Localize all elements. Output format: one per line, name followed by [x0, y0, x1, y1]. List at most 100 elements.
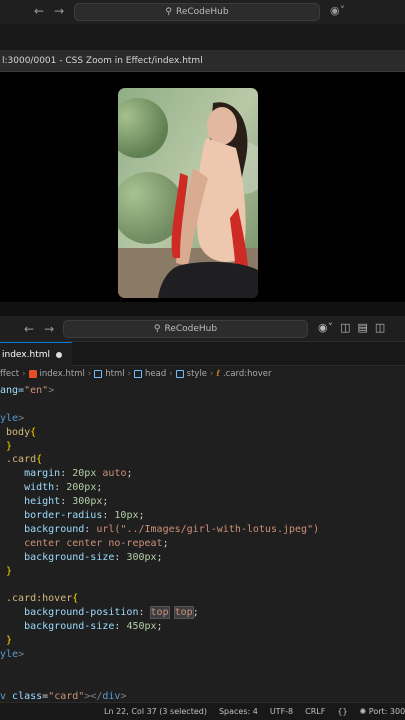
- code-token: :: [102, 510, 115, 522]
- code-token: {: [36, 454, 43, 466]
- forward-arrow-icon[interactable]: →: [44, 322, 54, 336]
- split-layout-icon[interactable]: ◫: [375, 321, 385, 334]
- code-token: v: [0, 690, 13, 700]
- editor-nav-arrows: ← →: [24, 322, 54, 336]
- code-line[interactable]: }: [0, 565, 405, 579]
- back-arrow-icon[interactable]: ←: [34, 4, 44, 18]
- code-token: :: [54, 482, 67, 494]
- code-token: >: [18, 412, 25, 424]
- chevron-right-icon: ›: [169, 369, 173, 379]
- copilot-icon[interactable]: ◉˅: [318, 321, 333, 334]
- code-editor[interactable]: ang="en"> yle> body{ } .card{ margin: 20…: [0, 382, 405, 700]
- cursor-position[interactable]: Ln 22, Col 37 (3 selected): [104, 707, 207, 716]
- breadcrumb-folder[interactable]: ffect: [0, 369, 19, 379]
- code-line[interactable]: [0, 398, 405, 412]
- encoding[interactable]: UTF-8: [270, 707, 293, 716]
- code-line[interactable]: background: url("../Images/girl-with-lot…: [0, 523, 405, 537]
- chevron-right-icon: ›: [22, 369, 26, 379]
- code-token: auto: [96, 468, 127, 480]
- card-image[interactable]: [118, 88, 258, 298]
- breadcrumb-style[interactable]: style: [187, 369, 207, 379]
- code-token: :: [60, 468, 73, 480]
- element-icon: [175, 370, 184, 378]
- code-token: :: [60, 496, 73, 508]
- code-token: :: [114, 551, 127, 563]
- breadcrumb-html[interactable]: html: [105, 369, 124, 379]
- language-mode[interactable]: {}: [337, 707, 347, 716]
- code-line[interactable]: [0, 676, 405, 690]
- breadcrumb-selector[interactable]: .card:hover: [223, 369, 272, 379]
- code-token: ;: [126, 468, 133, 480]
- code-line[interactable]: body{: [0, 426, 405, 440]
- code-token: body: [0, 426, 31, 438]
- layout-controls: ◉˅ ◫ ▤ ◫: [318, 321, 385, 334]
- code-token: top: [173, 606, 194, 620]
- code-line[interactable]: background-size: 300px;: [0, 551, 405, 565]
- chevron-right-icon: ›: [210, 369, 214, 379]
- top-command-search[interactable]: ⚲ ReCodeHub: [74, 3, 320, 21]
- live-server-port[interactable]: ✺ Port: 3000: [360, 707, 405, 716]
- code-line[interactable]: yle>: [0, 412, 405, 426]
- code-token: .card: [0, 454, 37, 466]
- code-line[interactable]: [0, 662, 405, 676]
- code-line[interactable]: [0, 578, 405, 592]
- copilot-icon[interactable]: ◉˅: [330, 4, 345, 17]
- code-token: yle: [0, 648, 19, 660]
- code-line[interactable]: }: [0, 634, 405, 648]
- line-endings[interactable]: CRLF: [305, 707, 325, 716]
- code-line[interactable]: width: 200px;: [0, 481, 405, 495]
- code-token: ang=: [0, 385, 25, 396]
- indentation[interactable]: Spaces: 4: [219, 707, 258, 716]
- port-label: Port: 3000: [368, 707, 405, 716]
- tab-label: index.html: [2, 349, 50, 360]
- chevron-right-icon: ›: [127, 369, 132, 379]
- code-line[interactable]: .card:hover{: [0, 592, 405, 606]
- code-token: {: [30, 426, 37, 438]
- code-line[interactable]: yle>: [0, 648, 405, 662]
- code-line[interactable]: height: 300px;: [0, 495, 405, 509]
- code-token: ></: [84, 690, 103, 700]
- code-token: }: [0, 635, 13, 647]
- code-token: border-radius: [0, 510, 103, 522]
- code-line[interactable]: background-size: 450px;: [0, 620, 405, 634]
- code-line[interactable]: }: [0, 440, 405, 454]
- code-line[interactable]: background-position: top top;: [0, 606, 405, 620]
- code-line[interactable]: v class="card"></div>: [0, 690, 405, 700]
- top-search-text: ReCodeHub: [175, 7, 229, 17]
- code-token: background-size: [0, 551, 115, 563]
- editor-command-search[interactable]: ⚲ ReCodeHub: [63, 320, 308, 338]
- breadcrumb-head[interactable]: head: [145, 369, 166, 379]
- code-line[interactable]: .card{: [0, 453, 405, 467]
- code-token: .card:hover: [0, 593, 73, 605]
- code-token: yle: [0, 412, 19, 424]
- search-icon: ⚲: [153, 324, 161, 334]
- breadcrumb: ffect › index.html › html › head › style…: [0, 366, 405, 382]
- selector-symbol-icon: ℓ: [216, 369, 220, 379]
- card-photo: [118, 88, 258, 298]
- code-token: :: [138, 607, 151, 619]
- code-token: margin: [0, 468, 61, 480]
- code-token: {: [72, 593, 79, 605]
- toggle-panel-icon[interactable]: ▤: [358, 321, 368, 334]
- code-token: 200px: [66, 482, 97, 494]
- back-arrow-icon[interactable]: ←: [24, 322, 34, 336]
- top-nav-arrows: ← →: [34, 4, 64, 18]
- code-token: background-size: [0, 621, 115, 633]
- code-line[interactable]: border-radius: 10px;: [0, 509, 405, 523]
- toggle-sidebar-icon[interactable]: ◫: [340, 321, 350, 334]
- code-token: "../Images/girl-with-lotus.jpeg": [120, 523, 314, 535]
- unsaved-dot-icon[interactable]: [55, 351, 62, 358]
- broadcast-icon: ✺: [359, 707, 369, 716]
- code-token: ;: [102, 496, 109, 508]
- tab-index-html[interactable]: index.html: [0, 342, 72, 366]
- breadcrumb-file[interactable]: index.html: [40, 369, 85, 379]
- search-icon: ⚲: [165, 7, 172, 17]
- code-token: center center no-repeat: [0, 537, 163, 549]
- code-line[interactable]: ang="en">: [0, 384, 405, 398]
- code-token: ;: [156, 551, 163, 563]
- code-line[interactable]: margin: 20px auto;: [0, 467, 405, 481]
- code-token: ;: [162, 537, 169, 549]
- code-line[interactable]: center center no-repeat;: [0, 537, 405, 551]
- forward-arrow-icon[interactable]: →: [54, 4, 64, 18]
